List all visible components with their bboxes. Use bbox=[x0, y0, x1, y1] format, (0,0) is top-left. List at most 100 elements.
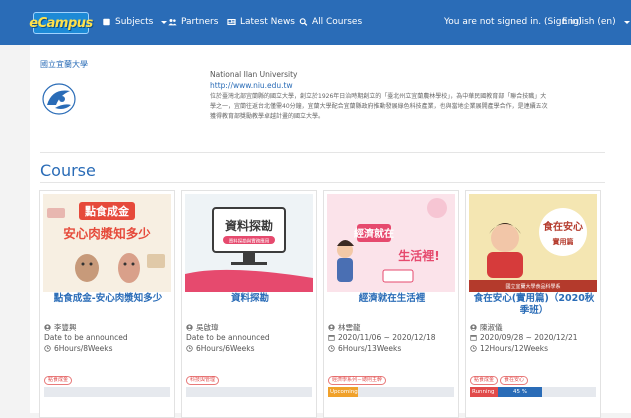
course-card[interactable]: 食在安心 實用篇 國立宜蘭大學食品科學系 食在安心(實用篇)（2020秋季班） … bbox=[465, 190, 601, 418]
divider bbox=[40, 182, 605, 183]
course-hours: 12Hours/12Weeks bbox=[470, 344, 548, 353]
top-navbar: eCampus Subjects Partners Latest News Al… bbox=[0, 0, 631, 45]
course-teacher: 吳啟瑋 bbox=[186, 322, 219, 333]
square-icon bbox=[103, 18, 110, 26]
chevron-down-icon bbox=[161, 20, 168, 24]
course-thumbnail-art: 點食成金 安心肉漿知多少 bbox=[43, 194, 171, 292]
calendar-icon bbox=[328, 335, 335, 341]
thumbnail-caption: 點食成金 bbox=[84, 204, 130, 218]
university-url-link[interactable]: http://www.niu.edu.tw bbox=[210, 80, 550, 91]
course-date: 2020/09/28 ~ 2020/12/21 bbox=[470, 333, 578, 342]
users-icon bbox=[168, 19, 177, 26]
course-hours-text: 6Hours/13Weeks bbox=[338, 344, 402, 353]
course-card[interactable]: 經濟就在 生活裡! 經濟就在生活裡 林雲龍 2020/11/06 ~ 2020/… bbox=[323, 190, 459, 418]
course-progress-bar: Upcoming bbox=[328, 387, 454, 397]
course-tag[interactable]: 點食成金 bbox=[44, 376, 73, 385]
course-hours: 6Hours/13Weeks bbox=[328, 344, 401, 353]
user-icon bbox=[186, 324, 193, 331]
course-date-text: 2020/09/28 ~ 2020/12/21 bbox=[480, 333, 578, 342]
course-tag[interactable]: 經濟學系列－總則主幹 bbox=[328, 376, 387, 385]
course-card[interactable]: 資料探勘 資料探勘與實務應用 資料探勘 吳啟瑋 Date to be annou… bbox=[181, 190, 317, 418]
course-tag[interactable]: 科技與管理 bbox=[186, 376, 220, 385]
course-title-link[interactable]: 經濟就在生活裡 bbox=[328, 293, 456, 305]
subjects-label: Subjects bbox=[115, 17, 154, 27]
course-title-link[interactable]: 資料探勘 bbox=[186, 293, 314, 305]
latest-news-link[interactable]: Latest News bbox=[227, 17, 295, 27]
university-logo[interactable] bbox=[42, 83, 76, 115]
course-date-text: 2020/11/06 ~ 2020/12/18 bbox=[338, 333, 436, 342]
partners-link[interactable]: Partners bbox=[168, 17, 218, 27]
user-icon bbox=[328, 324, 335, 331]
course-status-badge: Upcoming bbox=[328, 387, 358, 397]
course-card[interactable]: 點食成金 安心肉漿知多少 點食成金-安心肉漿知多少 李豐興 Date to be… bbox=[39, 190, 175, 418]
course-tags: 科技與管理 bbox=[186, 376, 220, 385]
course-date-text: Date to be announced bbox=[186, 333, 270, 342]
course-teacher: 林雲龍 bbox=[328, 322, 361, 333]
course-title-link[interactable]: 點食成金-安心肉漿知多少 bbox=[44, 293, 172, 305]
thumbnail-caption: 實用篇 bbox=[553, 237, 574, 246]
partners-label: Partners bbox=[181, 17, 219, 27]
search-icon bbox=[299, 18, 308, 26]
university-description: 位於臺灣北部宜蘭縣的國立大學，創立於1926年日治時期創立的「臺北州立宜蘭農林學… bbox=[210, 93, 548, 120]
course-hours: 6Hours/6Weeks bbox=[186, 344, 255, 353]
language-label: English (en) bbox=[562, 17, 616, 27]
thumbnail-caption: 食在安心 bbox=[542, 220, 583, 233]
course-thumbnail[interactable]: 經濟就在 生活裡! bbox=[327, 194, 455, 292]
user-icon bbox=[470, 324, 477, 331]
course-teacher-name: 林雲龍 bbox=[338, 323, 361, 332]
thumbnail-caption: 經濟就在 bbox=[354, 227, 394, 240]
course-progress-bar bbox=[44, 387, 170, 397]
course-date: 2020/11/06 ~ 2020/12/18 bbox=[328, 333, 436, 342]
course-hours-text: 12Hours/12Weeks bbox=[480, 344, 549, 353]
language-menu[interactable]: English (en) bbox=[562, 17, 630, 27]
course-date: Date to be announced bbox=[44, 333, 128, 342]
course-teacher-name: 李豐興 bbox=[54, 323, 77, 332]
course-hours-text: 6Hours/6Weeks bbox=[196, 344, 255, 353]
course-progress-bar: Running 45 % bbox=[470, 387, 596, 397]
course-tag[interactable]: 點食成金 bbox=[470, 376, 499, 385]
divider bbox=[40, 152, 605, 153]
course-teacher: 李豐興 bbox=[44, 322, 77, 333]
thumbnail-caption: 資料探勘 bbox=[225, 218, 273, 233]
clock-icon bbox=[328, 345, 335, 352]
course-thumbnail[interactable]: 點食成金 安心肉漿知多少 bbox=[43, 194, 171, 292]
course-tags: 經濟學系列－總則主幹 bbox=[328, 376, 387, 385]
course-teacher: 陳淑儀 bbox=[470, 322, 503, 333]
course-teacher-name: 陳淑儀 bbox=[480, 323, 503, 332]
site-logo[interactable]: eCampus bbox=[29, 12, 93, 34]
clock-icon bbox=[186, 345, 193, 352]
calendar-icon bbox=[470, 335, 477, 341]
subjects-menu[interactable]: Subjects bbox=[102, 17, 168, 27]
user-icon bbox=[44, 324, 51, 331]
course-date-text: Date to be announced bbox=[44, 333, 128, 342]
clock-icon bbox=[470, 345, 477, 352]
all-courses-label: All Courses bbox=[312, 17, 363, 27]
thumbnail-caption: 資料探勘與實務應用 bbox=[229, 238, 270, 245]
course-hours: 6Hours/8Weeks bbox=[44, 344, 113, 353]
course-date: Date to be announced bbox=[186, 333, 270, 342]
course-title-link[interactable]: 食在安心(實用篇)（2020秋季班） bbox=[470, 293, 598, 317]
university-name-link[interactable]: 國立宜蘭大學 bbox=[40, 59, 88, 70]
thumbnail-caption: 生活裡! bbox=[398, 248, 439, 263]
clock-icon bbox=[44, 345, 51, 352]
thumbnail-caption: 國立宜蘭大學食品科學系 bbox=[505, 283, 560, 290]
course-thumbnail-art: 資料探勘 資料探勘與實務應用 bbox=[185, 194, 313, 292]
course-teacher-name: 吳啟瑋 bbox=[196, 323, 219, 332]
course-hours-text: 6Hours/8Weeks bbox=[54, 344, 113, 353]
course-progress-fill: 45 % bbox=[498, 387, 542, 397]
all-courses-link[interactable]: All Courses bbox=[299, 17, 362, 27]
university-english-name: National Ilan University bbox=[210, 70, 298, 79]
latest-news-label: Latest News bbox=[240, 17, 295, 27]
thumbnail-caption: 安心肉漿知多少 bbox=[63, 226, 151, 241]
course-thumbnail[interactable]: 資料探勘 資料探勘與實務應用 bbox=[185, 194, 313, 292]
course-progress-bar bbox=[186, 387, 312, 397]
course-thumbnail-art: 經濟就在 生活裡! bbox=[327, 194, 455, 292]
course-tags: 點食成金 食在安心 bbox=[470, 376, 529, 385]
course-thumbnail-art: 食在安心 實用篇 國立宜蘭大學食品科學系 bbox=[469, 194, 597, 292]
course-status-badge: Running bbox=[470, 387, 498, 397]
course-tags: 點食成金 bbox=[44, 376, 73, 385]
main-content: 國立宜蘭大學 National Ilan University http://w… bbox=[30, 45, 631, 418]
chevron-down-icon bbox=[623, 20, 630, 24]
course-thumbnail[interactable]: 食在安心 實用篇 國立宜蘭大學食品科學系 bbox=[469, 194, 597, 292]
course-tag[interactable]: 食在安心 bbox=[500, 376, 529, 385]
